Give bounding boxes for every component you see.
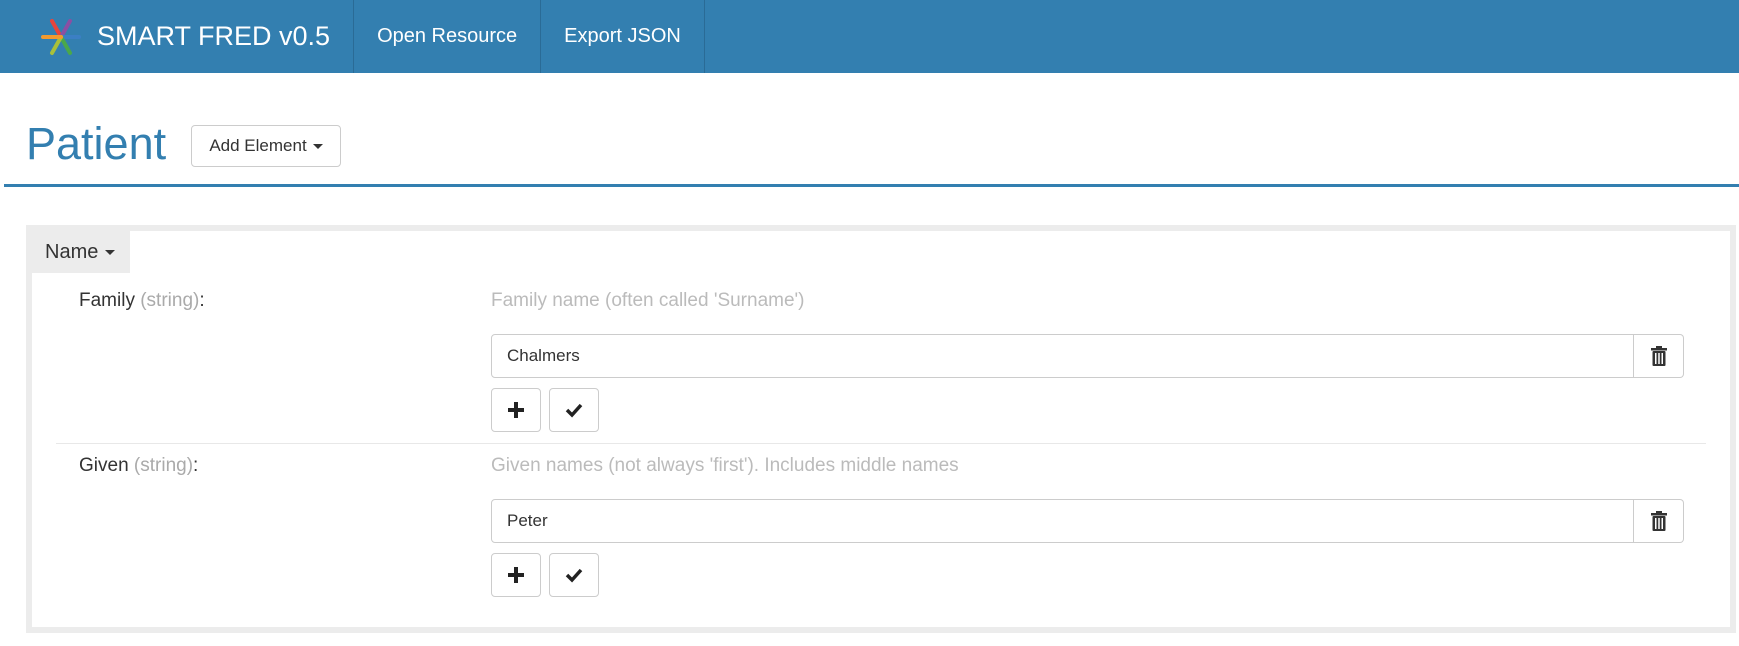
add-element-button[interactable]: Add Element	[191, 125, 341, 167]
confirm-given-button[interactable]	[549, 553, 599, 597]
field-type: (string)	[140, 290, 200, 311]
page-header: Patient Add Element	[4, 114, 1739, 187]
caret-down-icon	[105, 249, 116, 255]
field-description-family: Family name (often called 'Surname')	[491, 290, 805, 311]
field-name: Given	[79, 455, 129, 476]
plus-icon	[508, 402, 524, 418]
field-label-family: Family (string):	[79, 290, 205, 312]
smart-logo-icon	[41, 18, 81, 55]
delete-given-button[interactable]	[1634, 499, 1684, 543]
check-icon	[565, 403, 583, 418]
trash-icon	[1650, 511, 1667, 531]
brand-title: SMART FRED v0.5	[97, 21, 331, 51]
check-icon	[565, 568, 583, 583]
trash-icon	[1650, 346, 1667, 366]
given-input-group	[491, 499, 1684, 543]
top-navbar: SMART FRED v0.5 Open Resource Export JSO…	[0, 0, 1739, 73]
caret-down-icon	[312, 143, 323, 149]
field-name: Family	[79, 290, 135, 311]
group-label: Name	[45, 240, 99, 263]
plus-icon	[508, 567, 524, 583]
family-input[interactable]	[491, 334, 1634, 378]
confirm-family-button[interactable]	[549, 388, 599, 432]
add-family-button[interactable]	[491, 388, 541, 432]
page-title: Patient	[26, 118, 167, 169]
nav-export-json[interactable]: Export JSON	[541, 0, 705, 73]
brand[interactable]: SMART FRED v0.5	[0, 0, 355, 73]
family-input-group	[491, 334, 1684, 378]
delete-family-button[interactable]	[1634, 334, 1684, 378]
field-description-given: Given names (not always 'first'). Includ…	[491, 455, 959, 476]
nav-open-resource[interactable]: Open Resource	[354, 0, 542, 73]
name-group-panel: Name Family (string): Family name (often…	[26, 225, 1736, 633]
field-colon: :	[193, 455, 199, 476]
field-type: (string)	[133, 455, 194, 476]
given-input[interactable]	[491, 499, 1634, 543]
group-toggle-name[interactable]: Name	[32, 231, 130, 273]
add-element-label: Add Element	[209, 136, 307, 155]
field-divider	[56, 443, 1706, 444]
field-label-given: Given (string):	[79, 455, 198, 477]
add-given-button[interactable]	[491, 553, 541, 597]
field-colon: :	[199, 290, 205, 311]
